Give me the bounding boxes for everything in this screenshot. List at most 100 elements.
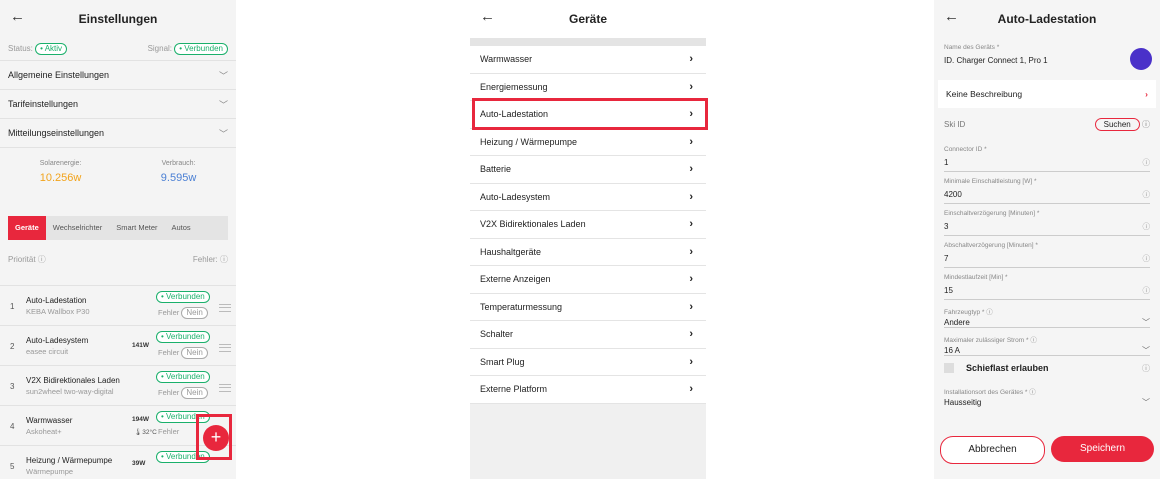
highlight-box (196, 414, 232, 460)
device-name-field[interactable]: Name des Geräts * ID. Charger Connect 1,… (934, 38, 1160, 74)
tab-cars[interactable]: Autos (165, 216, 198, 240)
select-field[interactable]: Fahrzeugtyp * ⓘ Andere ﹀ (934, 300, 1160, 328)
list-item[interactable]: Temperaturmessung › (470, 293, 706, 321)
tab-devices[interactable]: Geräte (8, 216, 46, 240)
input-field[interactable]: Abschaltverzögerung [Minuten] * 7 ⓘ (934, 236, 1160, 268)
list-item[interactable]: Warmwasser › (470, 46, 706, 74)
section-label: Allgemeine Einstellungen (8, 70, 110, 80)
info-icon[interactable]: ⓘ (1143, 253, 1151, 264)
signal-badge: • Verbunden (174, 43, 228, 55)
priority-number: 4 (10, 422, 15, 431)
device-type-label: Schalter (480, 329, 514, 340)
section-tariff[interactable]: Tarifeinstellungen ﹀ (0, 89, 236, 118)
description-label: Keine Beschreibung (946, 89, 1023, 99)
back-arrow-icon[interactable]: ← (944, 8, 959, 25)
list-item[interactable]: Externe Platform › (470, 376, 706, 404)
list-item[interactable]: Energiemessung › (470, 73, 706, 101)
list-item[interactable]: Schalter › (470, 321, 706, 349)
back-arrow-icon[interactable]: ← (480, 8, 495, 25)
input-field[interactable]: Connector ID * 1 ⓘ (934, 140, 1160, 172)
section-label: Tarifeinstellungen (8, 99, 79, 109)
ski-id-row: Ski ID Suchen ⓘ (934, 108, 1160, 140)
solar-stat: Solarenergie: 10.256w (40, 160, 82, 202)
checkbox[interactable] (944, 363, 954, 373)
search-button[interactable]: Suchen (1094, 117, 1140, 131)
charger-form-screen: ← Auto-Ladestation Name des Geräts * ID.… (934, 0, 1160, 479)
chevron-down-icon: ﹀ (218, 128, 228, 139)
connected-badge: • Verbunden (156, 291, 210, 303)
device-name: V2X Bidirektionales Laden (26, 376, 120, 385)
field-label: Mindestlaufzeit [Min] * (944, 274, 1008, 281)
device-name: Warmwasser (26, 416, 73, 425)
drag-handle-icon[interactable] (219, 304, 231, 312)
list-item[interactable]: Smart Plug › (470, 348, 706, 376)
list-item[interactable]: Auto-Ladesystem › (470, 183, 706, 211)
field-value: 3 (944, 222, 949, 231)
input-field[interactable]: Einschaltverzögerung [Minuten] * 3 ⓘ (934, 204, 1160, 236)
info-icon[interactable]: ⓘ (1143, 221, 1151, 232)
list-item[interactable]: 3 V2X Bidirektionales Laden sun2wheel tw… (0, 366, 236, 406)
color-picker-avatar[interactable] (1130, 48, 1152, 70)
field-label: Minimale Einschaltleistung [W] * (944, 178, 1037, 185)
list-item[interactable]: 1 Auto-Ladestation KEBA Wallbox P30 • Ve… (0, 286, 236, 326)
device-type-label: Energiemessung (480, 81, 548, 92)
info-icon[interactable]: ⓘ (1142, 363, 1150, 374)
device-power: 194W (132, 416, 149, 423)
chevron-down-icon: ﹀ (218, 70, 228, 81)
list-item[interactable]: Haushaltgeräte › (470, 238, 706, 266)
unbalanced-load-checkbox[interactable]: Schieflast erlauben ⓘ (934, 356, 1160, 380)
error-label: Fehler (158, 427, 180, 436)
error-indicator: Fehler Nein (158, 307, 208, 319)
description-row[interactable]: Keine Beschreibung › (938, 80, 1156, 108)
tab-smart-meter[interactable]: Smart Meter (109, 216, 164, 240)
cancel-button[interactable]: Abbrechen (940, 436, 1045, 464)
error-label: Fehler (158, 348, 180, 357)
status-label: Status: (8, 44, 33, 53)
highlight-box (472, 98, 708, 130)
info-icon[interactable]: ⓘ (1143, 285, 1151, 296)
section-label: Mitteilungseinstellungen (8, 128, 105, 138)
error-indicator: Fehler Nein (158, 387, 208, 399)
save-button[interactable]: Speichern (1051, 436, 1154, 462)
drag-handle-icon[interactable] (219, 344, 231, 352)
info-icon[interactable]: ⓘ (1143, 189, 1151, 200)
section-notifications[interactable]: Mitteilungseinstellungen ﹀ (0, 118, 236, 147)
tab-inverter[interactable]: Wechselrichter (46, 216, 109, 240)
priority-number: 2 (10, 342, 15, 351)
list-item[interactable]: Heizung / Wärmepumpe › (470, 128, 706, 156)
solar-value: 10.256w (39, 172, 82, 184)
field-value: Andere (944, 318, 970, 327)
section-general[interactable]: Allgemeine Einstellungen ﹀ (0, 60, 236, 89)
device-power: 39W (132, 460, 146, 467)
drag-handle-icon[interactable] (219, 384, 231, 392)
input-field[interactable]: Mindestlaufzeit [Min] * 15 ⓘ (934, 268, 1160, 300)
installation-location-select[interactable]: Installationsort des Gerätes * ⓘ Haussei… (934, 380, 1160, 412)
input-field[interactable]: Minimale Einschaltleistung [W] * 4200 ⓘ (934, 172, 1160, 204)
chevron-down-icon: ﹀ (218, 99, 228, 110)
device-model: sun2wheel two-way-digital (26, 387, 114, 396)
field-value: 16 A (944, 346, 961, 355)
back-arrow-icon[interactable]: ← (10, 8, 25, 25)
device-type-label: Temperaturmessung (480, 301, 563, 312)
chevron-right-icon: › (689, 245, 693, 258)
error-label: Fehler (158, 308, 180, 317)
device-type-label: Smart Plug (480, 356, 525, 367)
chevron-right-icon: › (689, 190, 693, 203)
device-type-label: Externe Platform (480, 384, 548, 395)
temperature-readout: 🌡32°C (134, 428, 157, 436)
list-item[interactable]: Externe Anzeigen › (470, 266, 706, 294)
list-item[interactable]: V2X Bidirektionales Laden › (470, 211, 706, 239)
info-icon[interactable]: ⓘ (1142, 120, 1150, 129)
device-name: Auto-Ladestation (26, 296, 87, 305)
error-indicator: Fehler Nein (158, 347, 208, 359)
chevron-right-icon: › (689, 355, 693, 368)
temperature-value: 32°C (142, 429, 157, 436)
chevron-right-icon: › (689, 80, 693, 93)
signal-label: Signal: (147, 44, 173, 53)
list-item[interactable]: Batterie › (470, 156, 706, 184)
list-item[interactable]: 2 Auto-Ladesystem easee circuit 141W • V… (0, 326, 236, 366)
select-field[interactable]: Maximaler zulässiger Strom * ⓘ 16 A ﹀ (934, 328, 1160, 356)
field-value: 15 (944, 286, 953, 295)
tab-bar: Geräte Wechselrichter Smart Meter Autos (8, 216, 228, 240)
info-icon[interactable]: ⓘ (1143, 157, 1151, 168)
